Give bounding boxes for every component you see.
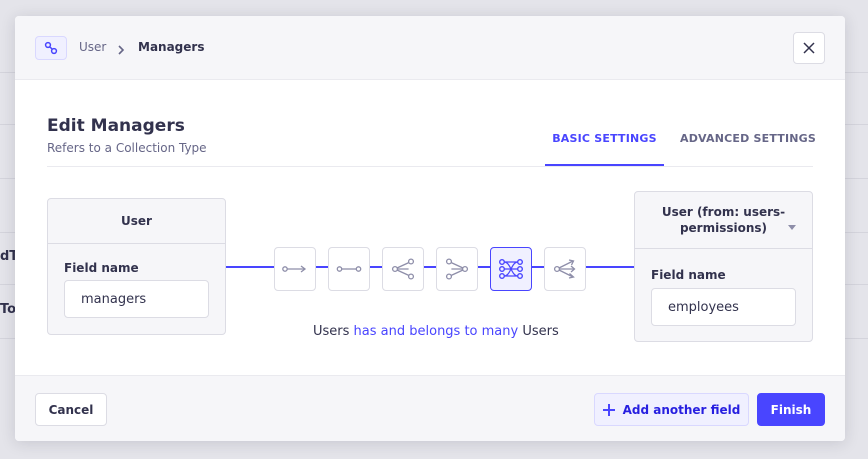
tabs-divider [47, 166, 813, 167]
target-content-type-select[interactable]: User (from: users-permissions) [635, 192, 812, 249]
source-content-type-name: User [48, 199, 225, 244]
target-field-name-label: Field name [651, 268, 726, 282]
relation-target-label: Users [522, 324, 559, 339]
finish-button[interactable]: Finish [757, 393, 825, 426]
relation-many-to-one-button[interactable] [436, 247, 478, 291]
edit-field-modal: User Managers Edit Managers Refers to a … [15, 16, 845, 441]
tab-advanced-settings[interactable]: ADVANCED SETTINGS [680, 132, 816, 145]
many-to-one-icon [445, 258, 469, 280]
relation-type-label: has and belongs to many [353, 324, 519, 339]
target-content-type-name: User (from: users-permissions) [661, 205, 786, 235]
modal-subtitle: Refers to a Collection Type [47, 141, 207, 155]
relation-source-label: Users [313, 324, 350, 339]
close-icon [803, 42, 815, 54]
breadcrumb-current: Managers [138, 40, 205, 54]
source-content-type-box: User Field name [47, 198, 226, 335]
add-another-field-label: Add another field [622, 402, 741, 417]
breadcrumb-parent[interactable]: User [79, 40, 106, 54]
source-field-name-input[interactable] [64, 280, 209, 318]
modal-header: User Managers [15, 16, 845, 80]
relation-one-to-many-button[interactable] [382, 247, 424, 291]
link-icon [35, 36, 67, 60]
one-to-many-icon [391, 258, 415, 280]
close-button[interactable] [793, 32, 825, 64]
modal-footer: Cancel Add another field Finish [15, 375, 845, 441]
many-way-icon [553, 259, 576, 279]
cancel-button[interactable]: Cancel [35, 393, 107, 426]
tab-basic-settings[interactable]: BASIC SETTINGS [545, 132, 664, 166]
caret-down-icon [788, 218, 796, 234]
relation-one-to-one-button[interactable] [328, 247, 370, 291]
plus-icon [602, 403, 615, 416]
many-to-many-icon [499, 259, 524, 279]
add-another-field-button[interactable]: Add another field [594, 393, 749, 426]
relation-many-to-many-button[interactable] [490, 247, 532, 291]
source-field-name-label: Field name [64, 261, 139, 275]
target-content-type-box: User (from: users-permissions) Field nam… [634, 191, 813, 342]
relation-many-way-button[interactable] [544, 247, 586, 291]
modal-title: Edit Managers [47, 116, 185, 136]
target-field-name-input[interactable] [651, 288, 796, 326]
one-to-one-icon [336, 266, 362, 272]
relation-one-way-button[interactable] [274, 247, 316, 291]
one-way-icon [282, 265, 307, 273]
relation-description: Users has and belongs to many Users [313, 324, 559, 339]
chevron-right-icon [116, 41, 126, 60]
